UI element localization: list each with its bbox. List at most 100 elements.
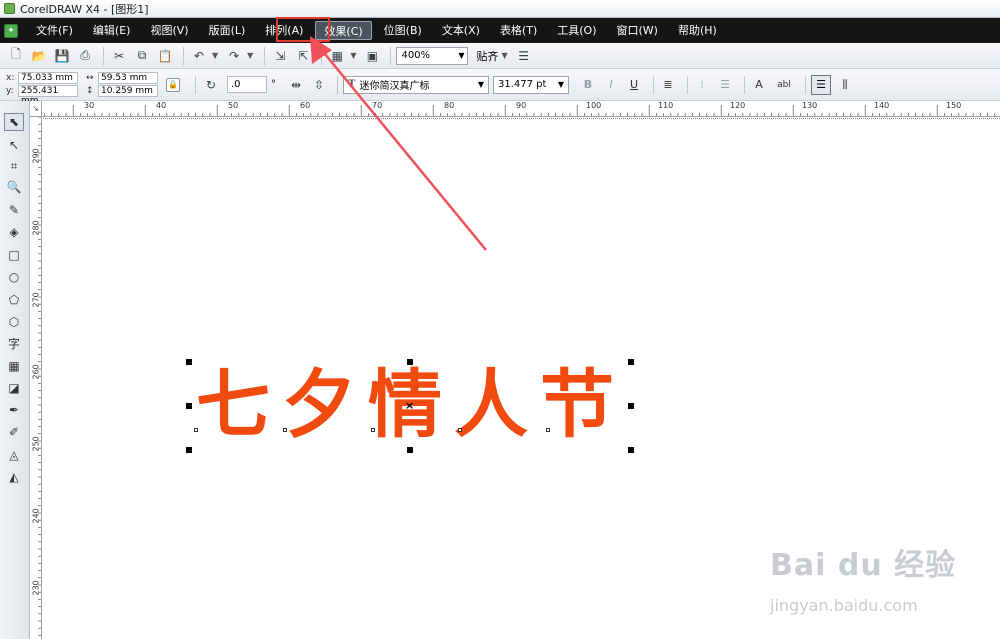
horizontal-ruler[interactable]: 30 40 50 60 70 80 90 100 110 120 130 140… [30,101,1000,117]
text-tool-icon[interactable]: 字 [4,334,24,352]
ruler-label: 280 [31,220,41,236]
ruler-label: 130 [802,101,818,110]
export-icon[interactable]: ⇱ [293,46,313,66]
rotation-input[interactable]: .0 [227,76,267,93]
application-launcher-icon[interactable]: ▦ [327,46,347,66]
height-icon: ↕ [86,86,94,96]
ellipse-tool-icon[interactable]: ○ [4,268,24,286]
selection-handle-bottom-left[interactable] [186,447,192,453]
undo-icon[interactable]: ↶ [189,46,209,66]
bold-button[interactable]: B [579,75,597,95]
character-node[interactable] [283,428,287,432]
lock-ratio-icon[interactable]: 🔒 [166,77,180,92]
basic-shapes-tool-icon[interactable]: ⬡ [4,313,24,331]
options-icon[interactable]: ☰ [514,46,534,66]
menu-help[interactable]: 帮助(H) [670,21,725,40]
toolbox: ⬉ ↖ ⌗ 🔍 ✎ ◈ □ ○ ⬠ ⬡ 字 ▦ ◪ ✒ ✐ ◬ ◭ [0,101,30,639]
font-size-select[interactable]: 31.477 pt ▼ [493,75,569,94]
pick-tool-icon[interactable]: ⬉ [4,113,24,131]
document-icon[interactable]: ✦ [4,23,18,38]
redo-icon[interactable]: ↷ [224,46,244,66]
menu-text[interactable]: 文本(X) [434,21,488,40]
separator [805,75,806,94]
polygon-tool-icon[interactable]: ⬠ [4,291,24,309]
menu-layout[interactable]: 版面(L) [201,21,254,40]
ruler-label: 50 [228,101,239,110]
title-bar: CorelDRAW X4 - [图形1] [0,0,1000,18]
character-node[interactable] [371,428,375,432]
menu-arrange[interactable]: 排列(A) [257,21,311,40]
x-position-input[interactable]: 75.033 mm [18,72,78,84]
edit-text-button[interactable]: abl [773,75,795,95]
chevron-down-icon: ▼ [477,80,484,89]
y-position-input[interactable]: 255.431 mm [18,85,78,106]
selection-handle-bottom-right[interactable] [628,447,634,453]
ruler-label: 60 [300,101,311,110]
character-node[interactable] [194,428,198,432]
menu-tools[interactable]: 工具(O) [549,21,604,40]
selection-handle-top-right[interactable] [628,359,634,365]
snap-to-label[interactable]: 贴齐 [476,48,498,64]
open-icon[interactable]: 📂 [29,46,49,66]
vertical-ruler[interactable]: 290 280 270 260 250 240 230 [30,117,42,639]
menu-edit[interactable]: 编辑(E) [85,21,139,40]
character-node[interactable] [458,428,462,432]
menu-window[interactable]: 窗口(W) [609,21,666,40]
new-icon[interactable]: 🗋 [6,46,26,66]
table-tool-icon[interactable]: ▦ [4,357,24,375]
cut-icon[interactable]: ✂ [109,46,129,66]
paste-icon[interactable]: 📋 [155,46,175,66]
selection-handle-right[interactable] [628,403,634,409]
separator [321,46,323,65]
underline-button[interactable]: U [625,75,643,95]
import-icon[interactable]: ⇲ [270,46,290,66]
width-input[interactable]: 59.53 mm [98,72,158,84]
property-bar: x: 75.033 mm y: 255.431 mm ↔ 59.53 mm ↕ … [0,69,1000,106]
ruler-label: 140 [874,101,890,110]
character-node[interactable] [546,428,550,432]
vertical-text-icon[interactable]: ⫼ [836,75,854,95]
font-list-select[interactable]: T 迷你简汉真广标 ▼ [343,75,489,94]
selection-handle-bottom[interactable] [407,447,413,453]
italic-button[interactable]: I [602,75,620,95]
interactive-fill-icon[interactable]: ◭ [4,468,24,486]
text-align-icon[interactable]: ≣ [659,75,677,95]
smart-fill-tool-icon[interactable]: ◈ [4,223,24,241]
zoom-level-select[interactable]: 400% ▼ [396,46,469,65]
ruler-origin-corner[interactable]: ↘ [30,101,42,117]
mirror-vertical-icon[interactable]: ⇳ [309,75,329,95]
redo-dropdown-icon[interactable]: ▼ [247,51,253,60]
copy-icon[interactable]: ⧉ [132,46,152,66]
snap-dropdown-icon[interactable]: ▼ [501,51,507,60]
crop-tool-icon[interactable]: ⌗ [4,157,24,175]
eyedropper-tool-icon[interactable]: ✒ [4,401,24,419]
menu-table[interactable]: 表格(T) [492,21,545,40]
character-format-icon[interactable]: A [750,75,768,95]
interactive-tool-icon[interactable]: ◪ [4,379,24,397]
welcome-screen-icon[interactable]: ▣ [362,46,382,66]
menu-bitmaps[interactable]: 位图(B) [376,21,430,40]
bullet-list-icon[interactable]: ⁝ [693,75,711,95]
menu-effects[interactable]: 效果(C) [315,21,372,40]
drop-cap-icon[interactable]: ☰ [716,75,734,95]
fill-tool-icon[interactable]: ◬ [4,446,24,464]
selection-handle-left[interactable] [186,403,192,409]
size-fields: ↔ 59.53 mm ↕ 10.259 mm [86,71,158,99]
zoom-tool-icon[interactable]: 🔍 [4,178,24,196]
undo-dropdown-icon[interactable]: ▼ [212,51,218,60]
coreldraw-window: CorelDRAW X4 - [图形1] ✦ 文件(F) 编辑(E) 视图(V)… [0,0,1000,639]
horizontal-text-icon[interactable]: ☰ [811,74,831,95]
launcher-dropdown-icon[interactable]: ▼ [350,51,356,60]
selection-handle-top-left[interactable] [186,359,192,365]
save-icon[interactable]: 💾 [52,46,72,66]
shape-tool-icon[interactable]: ↖ [4,136,24,154]
mirror-horizontal-icon[interactable]: ⇹ [286,75,306,95]
freehand-tool-icon[interactable]: ✎ [4,201,24,219]
selection-handle-top[interactable] [407,359,413,365]
menu-view[interactable]: 视图(V) [142,21,196,40]
height-input[interactable]: 10.259 mm [98,85,158,97]
outline-tool-icon[interactable]: ✐ [4,423,24,441]
print-icon[interactable]: ⎙ [75,46,95,66]
rectangle-tool-icon[interactable]: □ [4,246,24,264]
menu-file[interactable]: 文件(F) [28,21,81,40]
